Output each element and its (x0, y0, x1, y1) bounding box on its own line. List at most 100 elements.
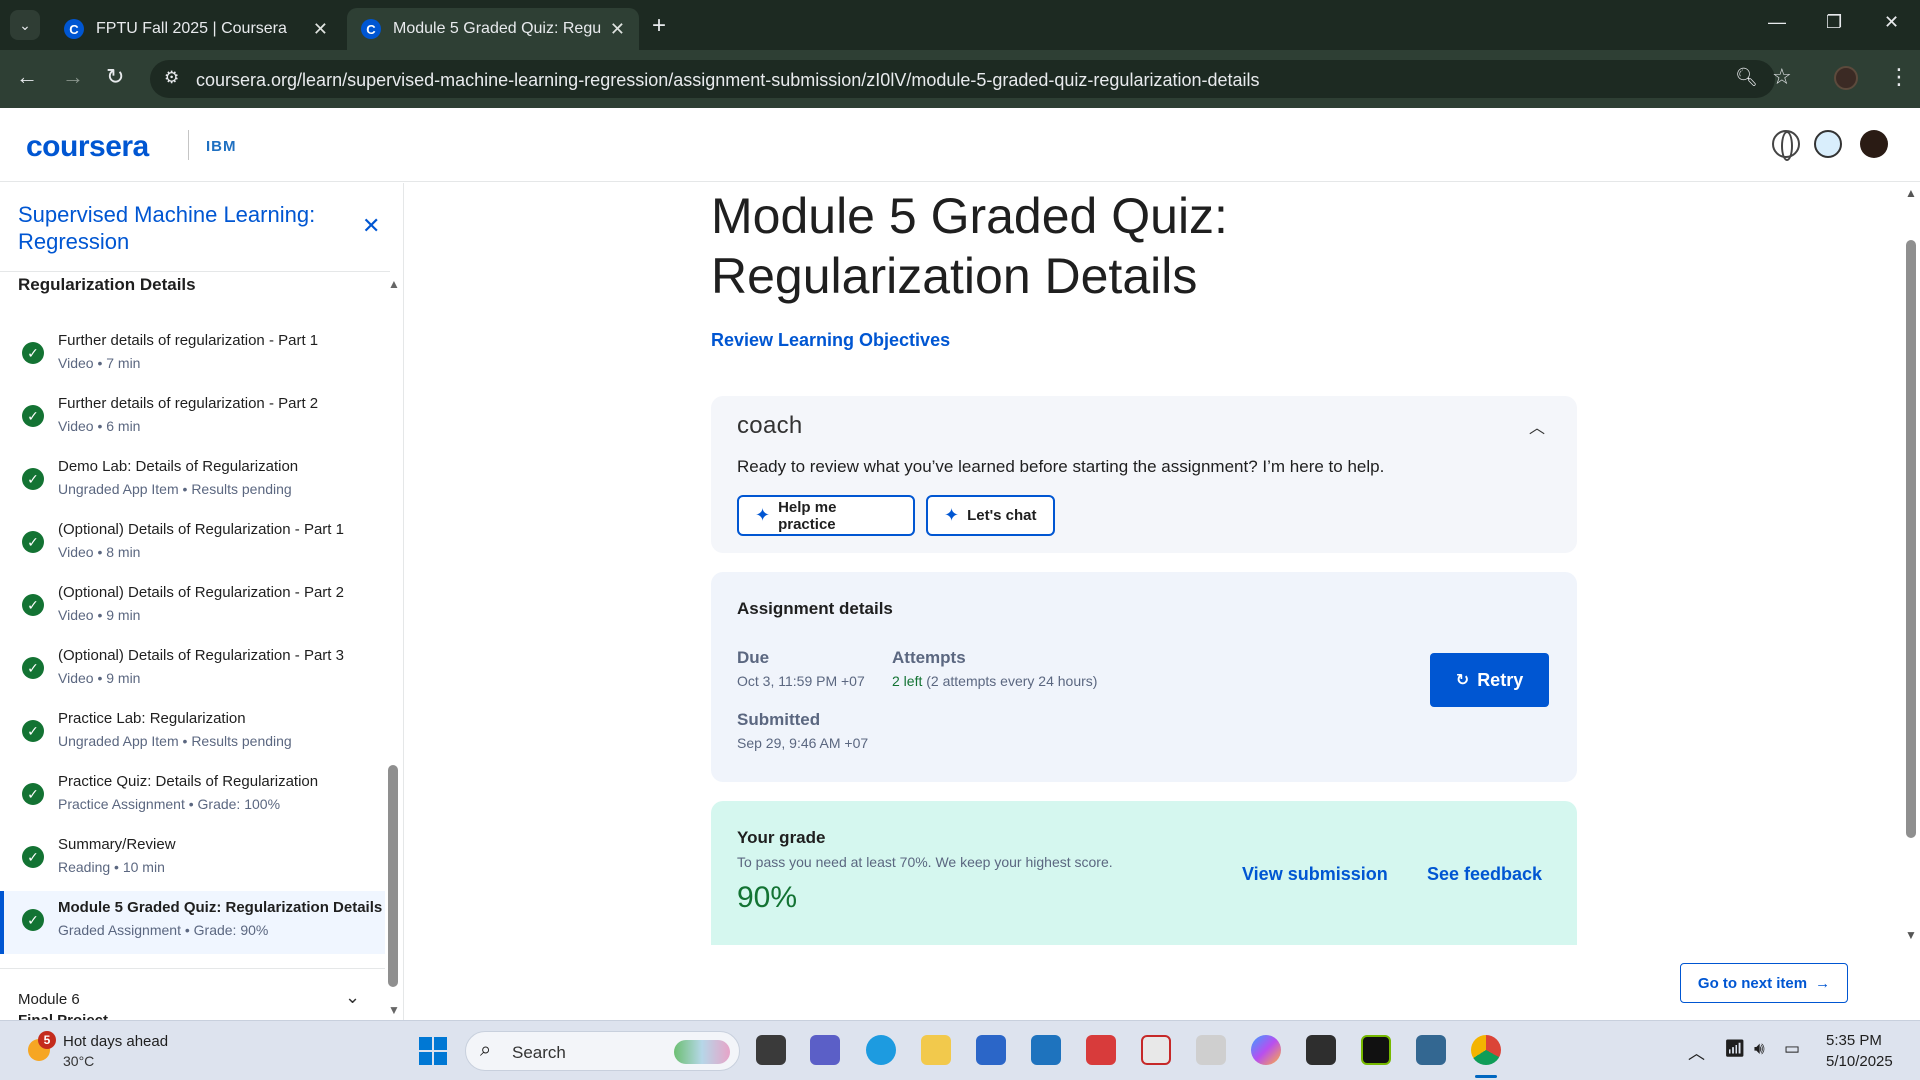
browser-profile-avatar[interactable] (1834, 66, 1858, 90)
completed-check-icon: ✓ (22, 468, 44, 490)
list-item[interactable]: ✓ (Optional) Details of Regularization -… (0, 576, 385, 639)
sparkle-icon: ✦ (944, 505, 960, 525)
see-feedback-link[interactable]: See feedback (1427, 864, 1542, 885)
volume-icon[interactable]: 🔊︎ (1754, 1039, 1765, 1059)
tab-title: Module 5 Graded Quiz: Regular (393, 20, 602, 37)
browser-menu-icon[interactable]: ⋮ (1888, 64, 1910, 90)
due-value: Oct 3, 11:59 PM +07 (737, 673, 865, 689)
completed-check-icon: ✓ (22, 594, 44, 616)
zoom-icon[interactable]: 🔍︎ (1735, 67, 1758, 88)
search-highlight-image (674, 1040, 730, 1064)
close-tab-icon[interactable]: ✕ (610, 19, 625, 40)
item-meta: Practice Assignment • Grade: 100% (58, 796, 281, 812)
new-tab-icon[interactable]: + (652, 12, 666, 40)
sidebar-scrollbar[interactable] (388, 765, 398, 987)
edge-icon[interactable] (866, 1035, 896, 1065)
help-me-practice-button[interactable]: ✦ Help me practice (737, 495, 915, 536)
next-module-label[interactable]: Module 6 (18, 991, 80, 1008)
list-item[interactable]: ✓ (Optional) Details of Regularization -… (0, 513, 385, 576)
page-scrollbar[interactable] (1906, 240, 1916, 838)
site-info-icon[interactable]: ⚙ (164, 68, 179, 88)
coursera-favicon-icon: C (361, 19, 381, 39)
assignment-details-panel: Assignment details Due Oct 3, 11:59 PM +… (711, 572, 1577, 782)
bookmark-star-icon[interactable]: ☆ (1772, 64, 1792, 90)
list-item[interactable]: ✓ Practice Quiz: Details of Regularizati… (0, 765, 385, 828)
list-item-active[interactable]: ✓ Module 5 Graded Quiz: Regularization D… (0, 891, 385, 954)
attempts-detail: (2 attempts every 24 hours) (922, 673, 1098, 689)
task-view-icon[interactable] (756, 1035, 786, 1065)
battery-icon[interactable]: ▭ (1784, 1039, 1800, 1059)
completed-check-icon: ✓ (22, 531, 44, 553)
clock-time[interactable]: 5:35 PM (1826, 1032, 1882, 1049)
retry-button[interactable]: ↻ Retry (1430, 653, 1549, 707)
close-sidebar-icon[interactable]: ✕ (362, 213, 380, 239)
reload-icon[interactable]: ↻ (106, 64, 124, 90)
attempts-label: Attempts (892, 648, 966, 667)
page-scroll-down-icon[interactable]: ▼ (1905, 928, 1917, 942)
fan-control-icon[interactable] (1306, 1035, 1336, 1065)
file-explorer-icon[interactable] (921, 1035, 951, 1065)
scroll-down-icon[interactable]: ▼ (388, 1003, 400, 1017)
wifi-icon[interactable]: 📶︎ (1724, 1039, 1746, 1059)
tab-fptu-fall[interactable]: C FPTU Fall 2025 | Coursera ✕ (50, 8, 342, 50)
close-tab-icon[interactable]: ✕ (313, 19, 328, 40)
item-title: (Optional) Details of Regularization - P… (58, 584, 344, 601)
list-item[interactable]: ✓ Demo Lab: Details of Regularization Un… (0, 450, 385, 513)
attempts-value: 2 left (2 attempts every 24 hours) (892, 673, 1097, 689)
font-app-icon[interactable] (1196, 1035, 1226, 1065)
list-item[interactable]: ✓ (Optional) Details of Regularization -… (0, 639, 385, 702)
taskbar-search[interactable]: ⌕ Search (465, 1031, 740, 1071)
nvidia-icon[interactable] (1361, 1035, 1391, 1065)
lets-chat-button[interactable]: ✦ Let's chat (926, 495, 1055, 536)
weather-title[interactable]: Hot days ahead (63, 1033, 168, 1050)
user-avatar[interactable] (1860, 130, 1888, 158)
completed-check-icon: ✓ (22, 909, 44, 931)
weather-badge: 5 (38, 1031, 56, 1049)
completed-check-icon: ✓ (22, 846, 44, 868)
forward-icon[interactable]: → (62, 64, 84, 90)
restore-icon[interactable]: ❐ (1826, 12, 1842, 33)
back-icon[interactable]: ← (16, 64, 38, 90)
coach-avatar-icon[interactable] (1814, 130, 1842, 158)
list-item[interactable]: ✓ Further details of regularization - Pa… (0, 387, 385, 450)
minimize-icon[interactable]: — (1768, 12, 1786, 33)
teams-icon[interactable] (810, 1035, 840, 1065)
submitted-label: Submitted (737, 710, 821, 729)
language-globe-icon[interactable] (1772, 130, 1800, 161)
search-placeholder: Search (512, 1043, 566, 1062)
chevron-up-icon[interactable]: ︿ (1529, 414, 1545, 438)
show-hidden-icons-icon[interactable]: ︿ (1688, 1039, 1705, 1064)
item-title: (Optional) Details of Regularization - P… (58, 521, 344, 538)
course-title[interactable]: Supervised Machine Learning: Regression (18, 201, 348, 255)
store-icon[interactable] (976, 1035, 1006, 1065)
page-scroll-up-icon[interactable]: ▲ (1905, 186, 1917, 200)
address-bar[interactable]: ⚙ coursera.org/learn/supervised-machine-… (150, 60, 1775, 98)
go-to-next-item-button[interactable]: Go to next item → (1680, 963, 1848, 1003)
cad-app-icon[interactable] (1141, 1035, 1171, 1065)
coach-logo: coach (737, 412, 803, 439)
windows-taskbar: 5 Hot days ahead 30°C ⌕ Search ︿ 📶︎ 🔊︎ ▭… (0, 1020, 1920, 1080)
copilot-icon[interactable] (1251, 1035, 1281, 1065)
sidebar-divider (0, 271, 390, 272)
scroll-up-icon[interactable]: ▲ (388, 277, 400, 291)
chrome-icon[interactable] (1471, 1035, 1501, 1065)
tab-search-menu-icon[interactable]: ⌄ (10, 10, 40, 40)
tab-module-5-quiz[interactable]: C Module 5 Graded Quiz: Regular ✕ (347, 8, 639, 50)
close-window-icon[interactable]: ✕ (1884, 12, 1899, 33)
windows-start-icon[interactable] (419, 1037, 447, 1065)
item-title: Further details of regularization - Part… (58, 395, 319, 412)
coursera-logo[interactable]: coursera (26, 130, 149, 164)
chevron-down-icon[interactable]: ⌄ (345, 987, 360, 1008)
photos-app-icon[interactable] (1031, 1035, 1061, 1065)
review-learning-objectives-link[interactable]: Review Learning Objectives (711, 330, 950, 351)
postgresql-icon[interactable] (1416, 1035, 1446, 1065)
completed-check-icon: ✓ (22, 405, 44, 427)
list-item[interactable]: ✓ Practice Lab: Regularization Ungraded … (0, 702, 385, 765)
clock-date[interactable]: 5/10/2025 (1826, 1053, 1893, 1070)
completed-check-icon: ✓ (22, 342, 44, 364)
view-submission-link[interactable]: View submission (1242, 864, 1388, 885)
list-item[interactable]: ✓ Summary/Review Reading • 10 min (0, 828, 385, 891)
button-label: Go to next item (1697, 974, 1808, 992)
calendar-app-icon[interactable] (1086, 1035, 1116, 1065)
list-item[interactable]: ✓ Further details of regularization - Pa… (0, 324, 385, 387)
